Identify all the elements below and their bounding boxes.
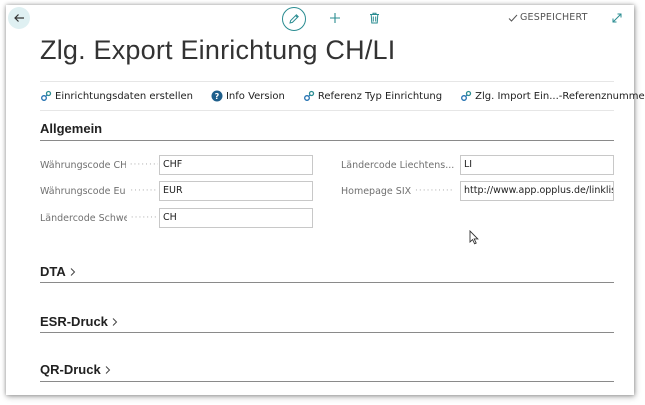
field-homepage-six: Homepage SIX ·········· bbox=[341, 181, 459, 201]
save-status: GESPEICHERT bbox=[508, 12, 588, 23]
chevron-right-icon bbox=[70, 267, 75, 276]
action-label: Zlg. Import Ein...-Referenznummer bbox=[475, 90, 645, 102]
action-referenz-typ-einrichtung[interactable]: Referenz Typ Einrichtung bbox=[303, 90, 442, 102]
section-divider bbox=[40, 381, 614, 382]
section-divider bbox=[40, 282, 614, 283]
new-button[interactable] bbox=[326, 9, 344, 27]
section-title: DTA bbox=[40, 264, 66, 279]
action-bar: Einrichtungsdaten erstellen ? Info Versi… bbox=[40, 81, 645, 111]
mouse-cursor-icon bbox=[469, 230, 479, 245]
section-qr-header[interactable]: QR-Druck bbox=[40, 362, 112, 377]
field-laendercode-liechtenstein: Ländercode Liechtens... bbox=[341, 155, 459, 175]
section-allgemein-header[interactable]: Allgemein bbox=[40, 121, 102, 136]
top-bar: GESPEICHERT bbox=[6, 5, 634, 35]
pencil-icon bbox=[289, 14, 299, 24]
section-esr-header[interactable]: ESR-Druck bbox=[40, 314, 119, 329]
section-title: Allgemein bbox=[40, 121, 103, 136]
section-title: QR-Druck bbox=[40, 362, 101, 377]
laendercode-liechtenstein-input[interactable]: LI bbox=[460, 155, 614, 175]
app-window: GESPEICHERT Zlg. Export Einrichtung CH/L… bbox=[6, 5, 645, 395]
label-leader: ········ bbox=[126, 186, 158, 196]
field-label: Währungscode CHF bbox=[40, 159, 126, 171]
chevron-right-icon bbox=[112, 317, 118, 326]
label-leader: ········ bbox=[130, 213, 158, 223]
save-status-label: GESPEICHERT bbox=[520, 12, 588, 23]
delete-button[interactable] bbox=[365, 9, 383, 27]
action-label: Info Version bbox=[225, 90, 285, 102]
action-zlg-import-referenznummer[interactable]: Zlg. Import Ein...-Referenznummer bbox=[460, 90, 645, 102]
plus-icon bbox=[330, 13, 340, 23]
label-leader: ········ bbox=[125, 160, 158, 170]
laendercode-schweiz-input[interactable]: CH bbox=[159, 208, 313, 228]
waehrungscode-euro-input[interactable]: EUR bbox=[159, 181, 313, 201]
section-title: ESR-Druck bbox=[40, 314, 108, 329]
action-info-version[interactable]: ? Info Version bbox=[211, 90, 285, 102]
field-label: Homepage SIX bbox=[341, 185, 412, 197]
process-icon bbox=[461, 90, 472, 101]
action-label: Referenz Typ Einrichtung bbox=[317, 90, 443, 102]
field-label: Ländercode Liechtens... bbox=[341, 159, 455, 171]
svg-text:?: ? bbox=[215, 92, 220, 101]
action-einrichtungsdaten-erstellen[interactable]: Einrichtungsdaten erstellen bbox=[40, 90, 193, 102]
waehrungscode-chf-input[interactable]: CHF bbox=[159, 155, 313, 175]
check-icon bbox=[508, 14, 518, 22]
page-title: Zlg. Export Einrichtung CH/LI bbox=[40, 35, 396, 65]
edit-button[interactable] bbox=[282, 7, 306, 31]
field-label: Ländercode Schweiz bbox=[40, 212, 127, 224]
section-divider bbox=[40, 332, 614, 333]
back-button[interactable] bbox=[8, 7, 30, 29]
process-icon bbox=[41, 90, 52, 101]
field-laendercode-schweiz: Ländercode Schweiz ········ bbox=[40, 208, 158, 228]
action-label: Einrichtungsdaten erstellen bbox=[55, 90, 193, 102]
field-label: Währungscode Euro bbox=[40, 185, 127, 197]
chevron-right-icon bbox=[105, 365, 110, 374]
section-dta-header[interactable]: DTA bbox=[40, 264, 77, 279]
homepage-six-input[interactable]: http://www.app.opplus.de/linklist. bbox=[460, 181, 614, 201]
label-leader: ·········· bbox=[411, 186, 454, 196]
section-divider bbox=[40, 140, 614, 141]
expand-button[interactable] bbox=[609, 10, 625, 26]
field-waehrungscode-euro: Währungscode Euro ········ bbox=[40, 181, 158, 201]
process-icon bbox=[303, 90, 315, 101]
help-icon: ? bbox=[211, 90, 223, 102]
expand-icon bbox=[612, 13, 622, 23]
trash-icon bbox=[369, 12, 379, 24]
field-waehrungscode-chf: Währungscode CHF ········ bbox=[40, 155, 158, 175]
arrow-left-icon bbox=[14, 14, 24, 22]
